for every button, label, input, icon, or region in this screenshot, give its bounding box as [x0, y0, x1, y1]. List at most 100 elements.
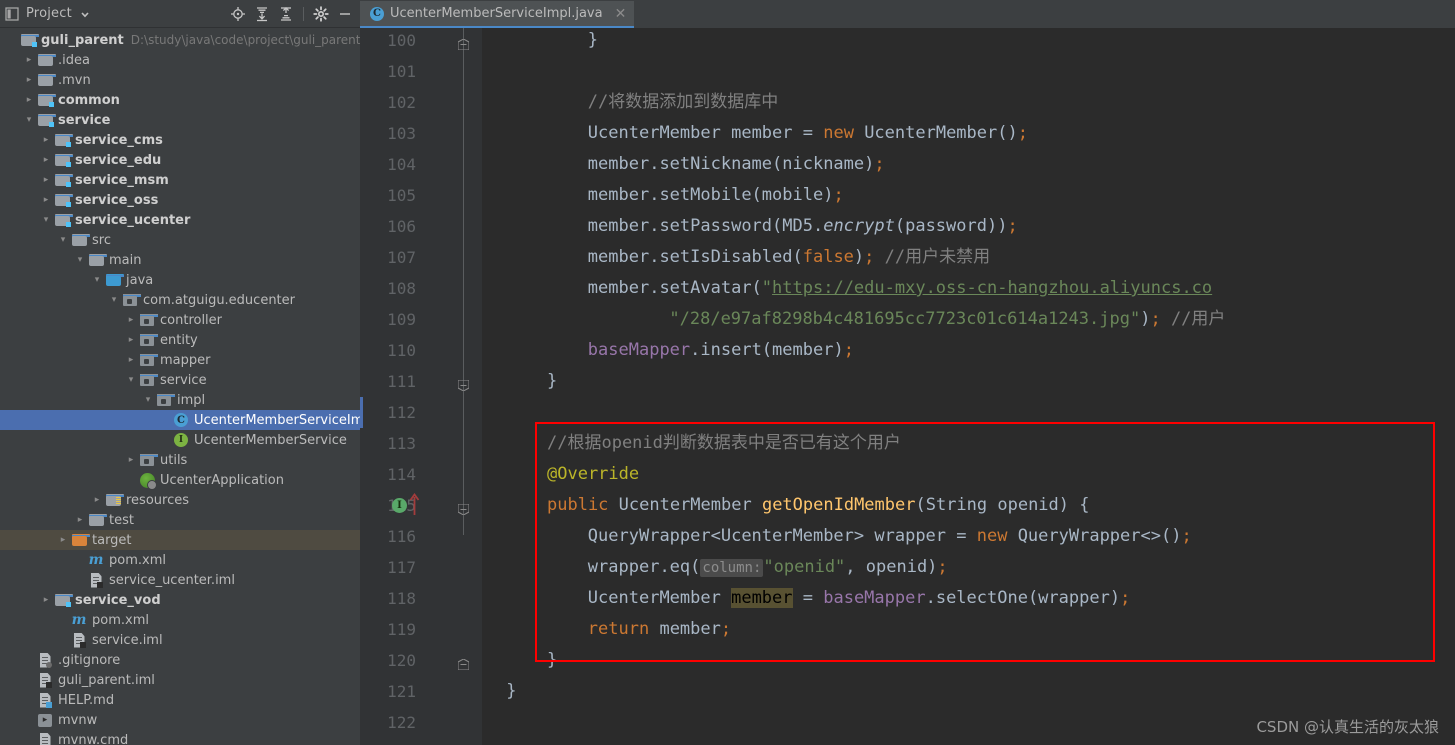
- tree-node-impl[interactable]: ▾ impl: [0, 390, 360, 410]
- code-line[interactable]: //将数据添加到数据库中: [588, 87, 778, 118]
- tree-node-ucentermemberservice[interactable]: I UcenterMemberService: [0, 430, 360, 450]
- chevron-right-icon[interactable]: ▸: [125, 454, 137, 466]
- code-line[interactable]: UcenterMember member = baseMapper.select…: [588, 583, 1130, 614]
- chevron-down-icon[interactable]: ▾: [142, 394, 154, 406]
- tree-node-controller[interactable]: ▸ controller: [0, 310, 360, 330]
- chevron-right-icon[interactable]: ▸: [40, 194, 52, 206]
- tree-node-service-ucenter-iml[interactable]: service_ucenter.iml: [0, 570, 360, 590]
- chevron-down-icon[interactable]: ▾: [23, 114, 35, 126]
- expand-all-icon[interactable]: [251, 3, 273, 25]
- tree-node--mvn[interactable]: ▸ .mvn: [0, 70, 360, 90]
- tree-node--idea[interactable]: ▸ .idea: [0, 50, 360, 70]
- chevron-right-icon[interactable]: ▸: [40, 154, 52, 166]
- chevron-down-icon[interactable]: [80, 4, 90, 23]
- project-tree[interactable]: guli_parent D:\study\java\code\project\gu…: [0, 28, 360, 745]
- code-line[interactable]: member.setAvatar("https://edu-mxy.oss-cn…: [588, 273, 1212, 304]
- tree-node-service-cms[interactable]: ▸ service_cms: [0, 130, 360, 150]
- code-content[interactable]: } //将数据添加到数据库中 UcenterMember member = new …: [482, 28, 1455, 745]
- tree-node-common[interactable]: ▸ common: [0, 90, 360, 110]
- code-line[interactable]: member.setNickname(nickname);: [588, 149, 885, 180]
- minimize-icon[interactable]: [334, 3, 356, 25]
- project-panel-title-group[interactable]: Project: [4, 4, 227, 23]
- tree-node-ucenterapplication[interactable]: UcenterApplication: [0, 470, 360, 490]
- tree-node-pom-xml[interactable]: m pom.xml: [0, 550, 360, 570]
- code-line[interactable]: }: [506, 676, 516, 707]
- close-icon[interactable]: ✕: [615, 6, 627, 22]
- code-line[interactable]: wrapper.eq(column: "openid", openid);: [588, 552, 948, 583]
- code-line[interactable]: UcenterMember member = new UcenterMember…: [588, 118, 1028, 149]
- tree-node-test[interactable]: ▸ test: [0, 510, 360, 530]
- tree-node-com-atguigu-educenter[interactable]: ▾ com.atguigu.educenter: [0, 290, 360, 310]
- code-line[interactable]: member.setPassword(MD5.encrypt(password)…: [588, 211, 1018, 242]
- implementing-method-icon[interactable]: I: [392, 498, 407, 513]
- chevron-right-icon[interactable]: ▸: [125, 314, 137, 326]
- line-number: 114: [387, 465, 416, 484]
- tree-node-ucentermemberserviceimpl[interactable]: C UcenterMemberServiceImpl: [0, 410, 360, 430]
- fold-marker-collapse-111[interactable]: [457, 376, 470, 392]
- chevron-right-icon[interactable]: ▸: [40, 594, 52, 606]
- code-line[interactable]: @Override: [547, 459, 639, 490]
- tree-node-pom-xml[interactable]: m pom.xml: [0, 610, 360, 630]
- tree-node-src[interactable]: ▾ src: [0, 230, 360, 250]
- chevron-down-icon[interactable]: ▾: [108, 294, 120, 306]
- chevron-down-icon[interactable]: ▾: [125, 374, 137, 386]
- editor-gutter[interactable]: 100 101 102 103 104 105 106 107 108 109 110 111 112 1…: [360, 28, 482, 745]
- tree-node-guli-parent-iml[interactable]: guli_parent.iml: [0, 670, 360, 690]
- chevron-right-icon[interactable]: ▸: [23, 54, 35, 66]
- code-line[interactable]: QueryWrapper<UcenterMember> wrapper = ne…: [588, 521, 1192, 552]
- tree-node-service[interactable]: ▾ service: [0, 110, 360, 130]
- tree-node-java[interactable]: ▾ java: [0, 270, 360, 290]
- code-line[interactable]: public UcenterMember getOpenIdMember(Str…: [547, 490, 1089, 521]
- fold-marker-expand-115[interactable]: [457, 500, 470, 516]
- code-line[interactable]: member.setMobile(mobile);: [588, 180, 844, 211]
- chevron-right-icon[interactable]: ▸: [125, 334, 137, 346]
- override-arrow-icon[interactable]: [409, 492, 420, 519]
- tree-node-service-iml[interactable]: service.iml: [0, 630, 360, 650]
- code-line[interactable]: //根据openid判断数据表中是否已有这个用户: [547, 428, 901, 459]
- tree-node-mvnw[interactable]: ▸ mvnw: [0, 710, 360, 730]
- chevron-right-icon[interactable]: ▸: [74, 514, 86, 526]
- fold-marker-collapse-120[interactable]: [457, 655, 470, 671]
- chevron-down-icon[interactable]: ▾: [57, 234, 69, 246]
- code-line[interactable]: baseMapper.insert(member);: [588, 335, 854, 366]
- tree-node-entity[interactable]: ▸ entity: [0, 330, 360, 350]
- excluded-folder-icon: [71, 532, 90, 548]
- tree-node-help-md[interactable]: HELP.md: [0, 690, 360, 710]
- tree-node-mapper[interactable]: ▸ mapper: [0, 350, 360, 370]
- chevron-down-icon[interactable]: ▾: [74, 254, 86, 266]
- tree-node-target[interactable]: ▸ target: [0, 530, 360, 550]
- tree-node-mvnw-cmd[interactable]: mvnw.cmd: [0, 730, 360, 745]
- settings-gear-icon[interactable]: [310, 3, 332, 25]
- tree-node-service[interactable]: ▾ service: [0, 370, 360, 390]
- tree-node-service-ucenter[interactable]: ▾ service_ucenter: [0, 210, 360, 230]
- tree-node-service-vod[interactable]: ▸ service_vod: [0, 590, 360, 610]
- code-line[interactable]: }: [547, 645, 557, 676]
- code-line[interactable]: return member;: [588, 614, 731, 645]
- code-line[interactable]: }: [588, 28, 598, 56]
- chevron-down-icon[interactable]: ▾: [40, 214, 52, 226]
- chevron-right-icon[interactable]: ▸: [23, 94, 35, 106]
- chevron-down-icon[interactable]: ▾: [91, 274, 103, 286]
- chevron-right-icon[interactable]: ▸: [57, 534, 69, 546]
- tree-node-resources[interactable]: ▸ resources: [0, 490, 360, 510]
- code-line[interactable]: "/28/e97af8298b4c481695cc7723c01c614a124…: [669, 304, 1225, 335]
- tree-node-service-msm[interactable]: ▸ service_msm: [0, 170, 360, 190]
- tree-node-service-oss[interactable]: ▸ service_oss: [0, 190, 360, 210]
- chevron-right-icon[interactable]: ▸: [40, 174, 52, 186]
- chevron-right-icon[interactable]: ▸: [23, 74, 35, 86]
- project-root-node[interactable]: guli_parent D:\study\java\code\project\gu…: [0, 30, 360, 50]
- tree-node-utils[interactable]: ▸ utils: [0, 450, 360, 470]
- chevron-right-icon[interactable]: ▸: [91, 494, 103, 506]
- fold-marker-collapse-100[interactable]: [457, 35, 470, 51]
- locate-icon[interactable]: [227, 3, 249, 25]
- collapse-all-icon[interactable]: [275, 3, 297, 25]
- chevron-right-icon[interactable]: ▸: [125, 354, 137, 366]
- editor-tab-ucentermemberserviceimpl[interactable]: C UcenterMemberServiceImpl.java ✕: [360, 1, 635, 28]
- code-line[interactable]: member.setIsDisabled(false); //用户未禁用: [588, 242, 990, 273]
- tree-node-service-edu[interactable]: ▸ service_edu: [0, 150, 360, 170]
- code-line[interactable]: }: [547, 366, 557, 397]
- tree-node--gitignore[interactable]: .gitignore: [0, 650, 360, 670]
- tree-node-main[interactable]: ▾ main: [0, 250, 360, 270]
- chevron-right-icon[interactable]: ▸: [40, 134, 52, 146]
- tree-node-label: service.iml: [92, 632, 163, 648]
